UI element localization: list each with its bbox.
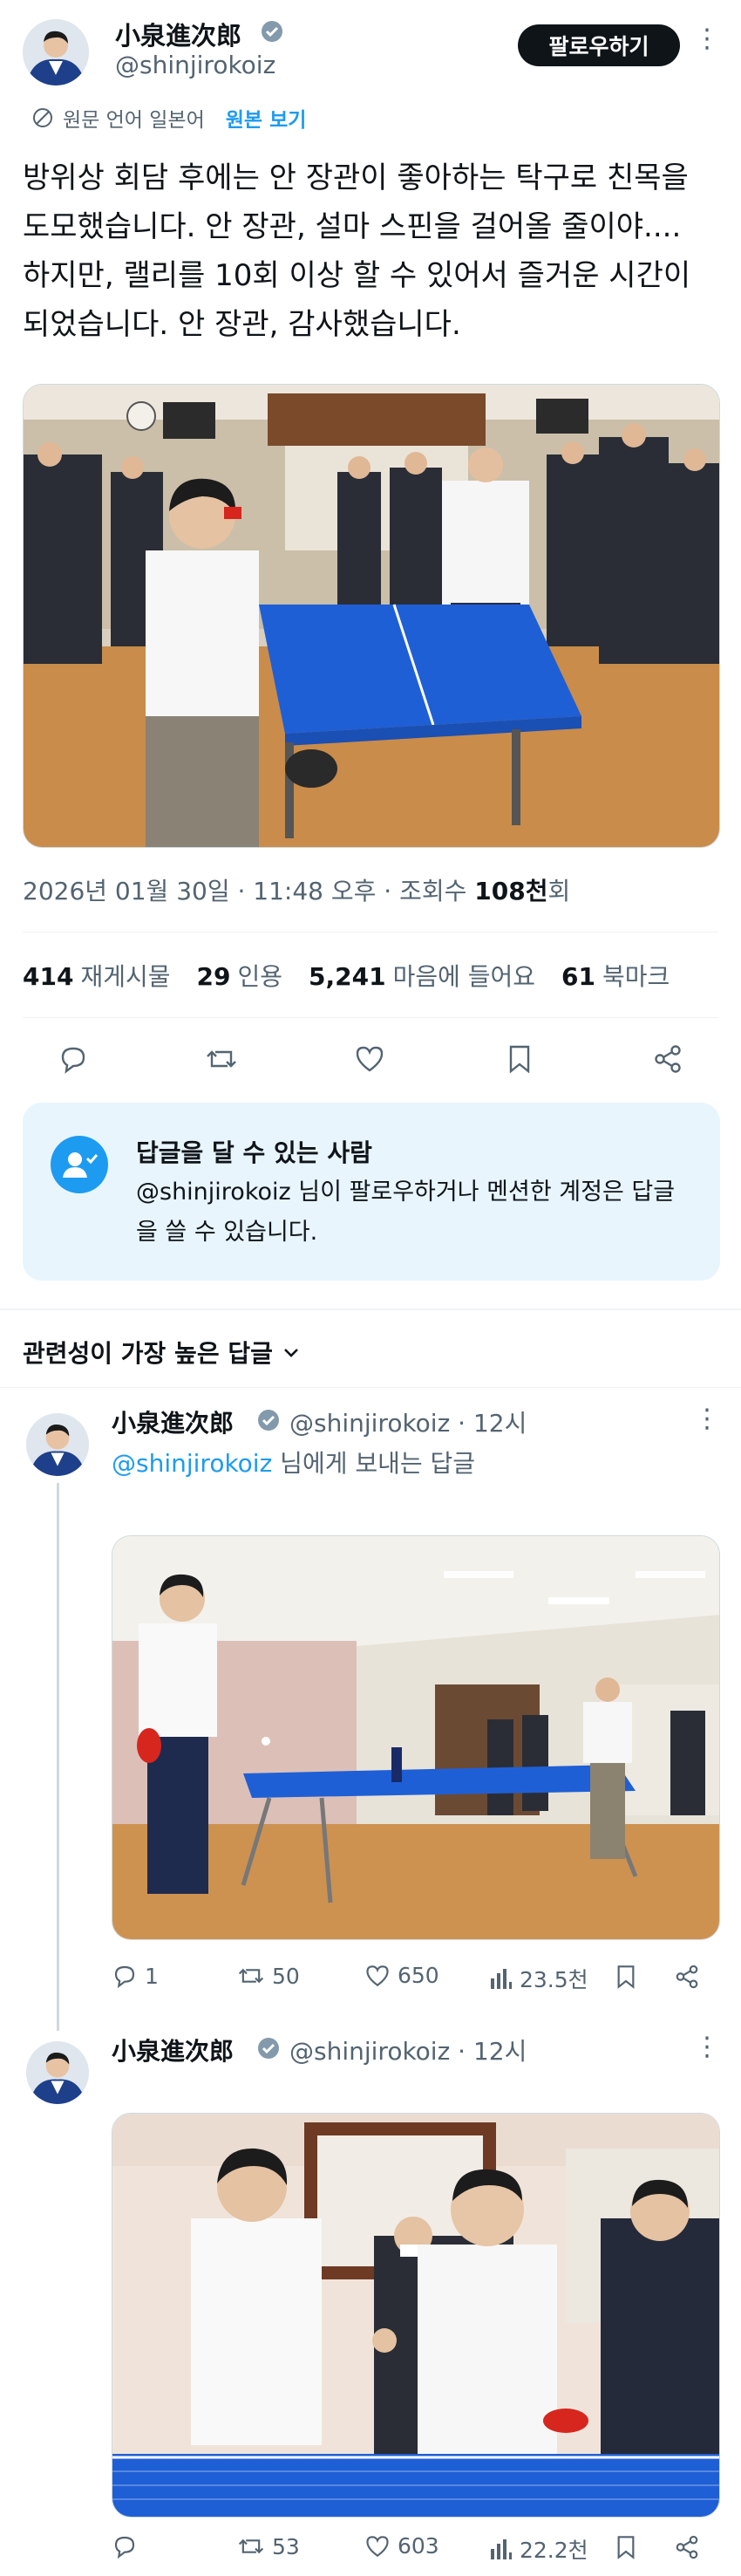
- reply-author-handle[interactable]: @shinjirokoiz · 12시: [289, 2033, 527, 2067]
- mention-user-icon: [51, 1136, 108, 1193]
- reply-to-mention[interactable]: @shinjirokoiz: [112, 1449, 272, 1478]
- reply-photo[interactable]: [112, 2113, 720, 2518]
- repost-icon: [237, 2533, 265, 2559]
- bookmark-icon[interactable]: [612, 2533, 640, 2561]
- repost-icon: [237, 1963, 265, 1989]
- follow-button[interactable]: 팔로우하기: [518, 24, 680, 66]
- reply-replies-action[interactable]: 1: [112, 1963, 159, 1989]
- reply-author-avatar[interactable]: [26, 2041, 89, 2104]
- reply-replies-action[interactable]: [112, 2533, 138, 2559]
- repost-icon[interactable]: [202, 1040, 241, 1078]
- notice-title: 답글을 달 수 있는 사람: [136, 1138, 372, 1167]
- divider: [23, 1017, 718, 1018]
- reply-likes-count: 603: [398, 2533, 439, 2559]
- reposts-count: 414: [23, 962, 74, 991]
- reply-like-action[interactable]: 603: [364, 2533, 439, 2559]
- likes-stat[interactable]: 5,241 마음에 들어요: [309, 958, 535, 993]
- chevron-down-icon: [282, 1343, 301, 1362]
- reply-views-action[interactable]: 22.2천: [488, 2533, 588, 2565]
- post-timestamp[interactable]: 2026년 01월 30일 · 11:48 오후 · 조회수 108천회: [23, 872, 570, 907]
- bookmarks-count: 61: [561, 962, 596, 991]
- reposts-stat[interactable]: 414 재게시물: [23, 958, 171, 993]
- reply-replies-count: 1: [145, 1963, 159, 1989]
- replying-to: @shinjirokoiz 님에게 보내는 답글: [112, 1445, 475, 1479]
- post-text: 방위상 회담 후에는 안 장관이 좋아하는 탁구로 친목을 도모했습니다. 안 …: [23, 161, 691, 342]
- bookmarks-stat[interactable]: 61 북마크: [561, 958, 670, 993]
- reply-author-avatar[interactable]: [26, 1413, 89, 1476]
- sort-label: 관련성이 가장 높은 답글: [23, 1339, 273, 1368]
- author-name[interactable]: 小泉進次郎: [115, 16, 241, 52]
- reply-author-name[interactable]: 小泉進次郎: [112, 2033, 234, 2067]
- views-chart-icon: [488, 2537, 513, 2561]
- reply-sort-dropdown[interactable]: 관련성이 가장 높은 답글: [23, 1335, 301, 1370]
- bookmarks-label: 북마크: [602, 962, 670, 991]
- reply-reposts-count: 53: [272, 2533, 300, 2559]
- share-icon[interactable]: [649, 1040, 687, 1078]
- reply-icon[interactable]: [54, 1040, 92, 1078]
- bookmark-icon[interactable]: [500, 1040, 539, 1078]
- like-icon[interactable]: [350, 1040, 389, 1078]
- reply-to-suffix: 님에게 보내는 답글: [272, 1449, 476, 1478]
- quotes-stat[interactable]: 29 인용: [197, 958, 283, 993]
- reply-like-action[interactable]: 650: [364, 1963, 439, 1988]
- reply-likes-count: 650: [398, 1963, 439, 1988]
- translate-icon: [31, 106, 54, 129]
- more-options-icon[interactable]: ⋮: [694, 2034, 720, 2060]
- share-icon[interactable]: [673, 2533, 701, 2561]
- verified-badge-icon: [260, 19, 284, 44]
- verified-badge-icon: [256, 2036, 281, 2060]
- thread-line: [57, 1483, 59, 2031]
- notice-body: @shinjirokoiz 님이 팔로우하거나 멘션한 계정은 답글을 쓸 수 …: [136, 1179, 676, 1246]
- divider: [0, 1308, 741, 1310]
- reply-repost-action[interactable]: 53: [237, 2533, 300, 2559]
- author-handle[interactable]: @shinjirokoiz: [115, 51, 275, 79]
- more-options-icon[interactable]: ⋮: [694, 26, 720, 52]
- reply-views-count: 23.5천: [520, 1967, 588, 1992]
- share-icon[interactable]: [673, 1963, 701, 1991]
- reply-icon: [112, 1963, 138, 1989]
- views-suffix: 회: [547, 877, 571, 905]
- likes-label: 마음에 들어요: [392, 962, 536, 991]
- like-icon: [364, 2534, 391, 2559]
- quotes-count: 29: [196, 962, 231, 991]
- show-original-link[interactable]: 원본 보기: [226, 103, 307, 133]
- reply-repost-action[interactable]: 50: [237, 1963, 300, 1989]
- verified-badge-icon: [256, 1408, 281, 1432]
- translation-bar: 원문 언어 일본어 원본 보기: [31, 103, 306, 133]
- author-avatar[interactable]: [23, 19, 89, 85]
- divider: [23, 932, 718, 933]
- post-photo[interactable]: [23, 384, 720, 848]
- divider: [0, 1387, 741, 1388]
- views-count: 108천: [474, 877, 548, 905]
- quotes-label: 인용: [237, 962, 282, 991]
- reply-author-name[interactable]: 小泉進次郎: [112, 1404, 234, 1439]
- post-date: 2026년 01월 30일 · 11:48 오후 · 조회수: [23, 877, 475, 905]
- reply-reposts-count: 50: [272, 1963, 300, 1989]
- likes-count: 5,241: [309, 962, 386, 991]
- more-options-icon[interactable]: ⋮: [694, 1406, 720, 1432]
- reply-icon: [112, 2533, 138, 2559]
- reply-views-count: 22.2천: [520, 2538, 588, 2563]
- bookmark-icon[interactable]: [612, 1963, 640, 1991]
- reply-author-handle[interactable]: @shinjirokoiz · 12시: [289, 1404, 527, 1439]
- reply-photo[interactable]: [112, 1535, 720, 1940]
- translate-note: 원문 언어 일본어: [63, 109, 205, 132]
- views-chart-icon: [488, 1966, 513, 1991]
- like-icon: [364, 1964, 391, 1988]
- post-stats: 414 재게시물 29 인용 5,241 마음에 들어요 61 북마크: [23, 958, 670, 993]
- reply-views-action[interactable]: 23.5천: [488, 1963, 588, 1994]
- reposts-label: 재게시물: [80, 962, 171, 991]
